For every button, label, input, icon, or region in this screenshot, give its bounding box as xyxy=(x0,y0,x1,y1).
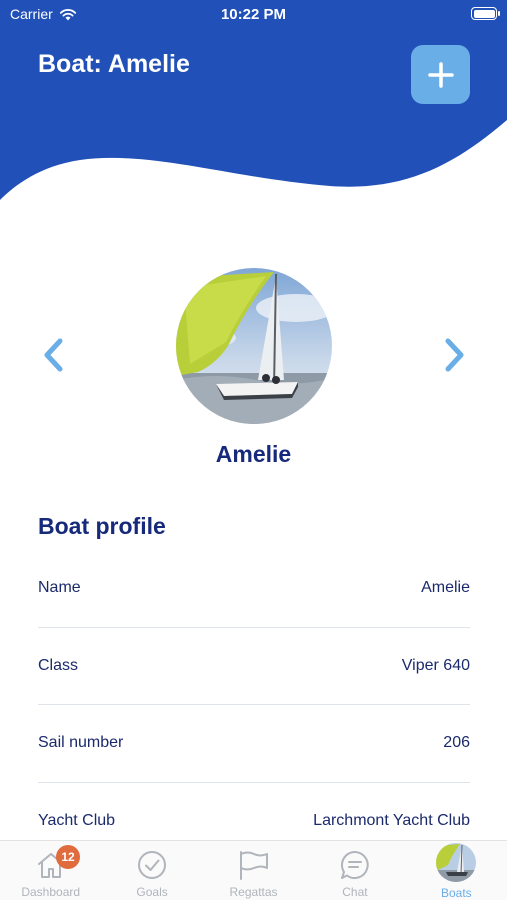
chat-bubble-icon xyxy=(339,849,371,881)
check-circle-icon xyxy=(136,849,168,881)
profile-row-value: Larchmont Yacht Club xyxy=(313,812,470,830)
profile-row-label: Class xyxy=(38,656,79,674)
status-bar: Carrier 10:22 PM xyxy=(0,0,507,28)
tab-label: Regattas xyxy=(229,885,278,899)
tab-label: Goals xyxy=(136,885,168,899)
tab-chat[interactable]: Chat xyxy=(304,841,405,900)
plus-icon xyxy=(427,61,454,88)
tab-label: Dashboard xyxy=(21,885,81,899)
section-title-boat-profile: Boat profile xyxy=(38,513,166,539)
status-time: 10:22 PM xyxy=(220,6,287,23)
profile-row-value: Viper 640 xyxy=(401,656,470,674)
profile-row-value: 206 xyxy=(443,734,470,752)
header-wave-background xyxy=(0,0,507,200)
chevron-right-icon xyxy=(445,338,464,372)
boat-profile-list: Name Amelie Class Viper 640 Sail number … xyxy=(38,550,470,860)
page-title: Boat: Amelie xyxy=(38,50,190,78)
flag-icon xyxy=(238,849,270,881)
chevron-left-icon xyxy=(44,338,63,372)
boat-photo xyxy=(176,268,332,424)
add-boat-button[interactable] xyxy=(411,45,470,104)
profile-row-sail-number: Sail number 206 xyxy=(38,705,470,783)
boat-name: Amelie xyxy=(215,441,292,467)
battery-icon xyxy=(471,7,500,20)
tab-bar: 12 Dashboard Goals Regattas Chat Boats xyxy=(0,840,507,900)
tab-boats[interactable]: Boats xyxy=(406,841,507,900)
profile-row-value: Amelie xyxy=(421,579,470,597)
profile-row-label: Name xyxy=(38,579,81,597)
tab-label: Chat xyxy=(342,885,368,899)
boat-avatar xyxy=(436,843,477,882)
profile-row-label: Sail number xyxy=(38,734,124,752)
previous-boat-button[interactable] xyxy=(38,335,68,375)
profile-row-class: Class Viper 640 xyxy=(38,628,470,705)
next-boat-button[interactable] xyxy=(440,335,470,375)
tab-regattas[interactable]: Regattas xyxy=(203,841,304,900)
tab-label: Boats xyxy=(440,886,472,900)
notification-badge: 12 xyxy=(56,845,80,869)
tab-goals[interactable]: Goals xyxy=(101,841,202,900)
tab-dashboard[interactable]: 12 Dashboard xyxy=(0,841,101,900)
profile-row-label: Yacht Club xyxy=(38,812,116,830)
profile-row-name: Name Amelie xyxy=(38,550,470,628)
